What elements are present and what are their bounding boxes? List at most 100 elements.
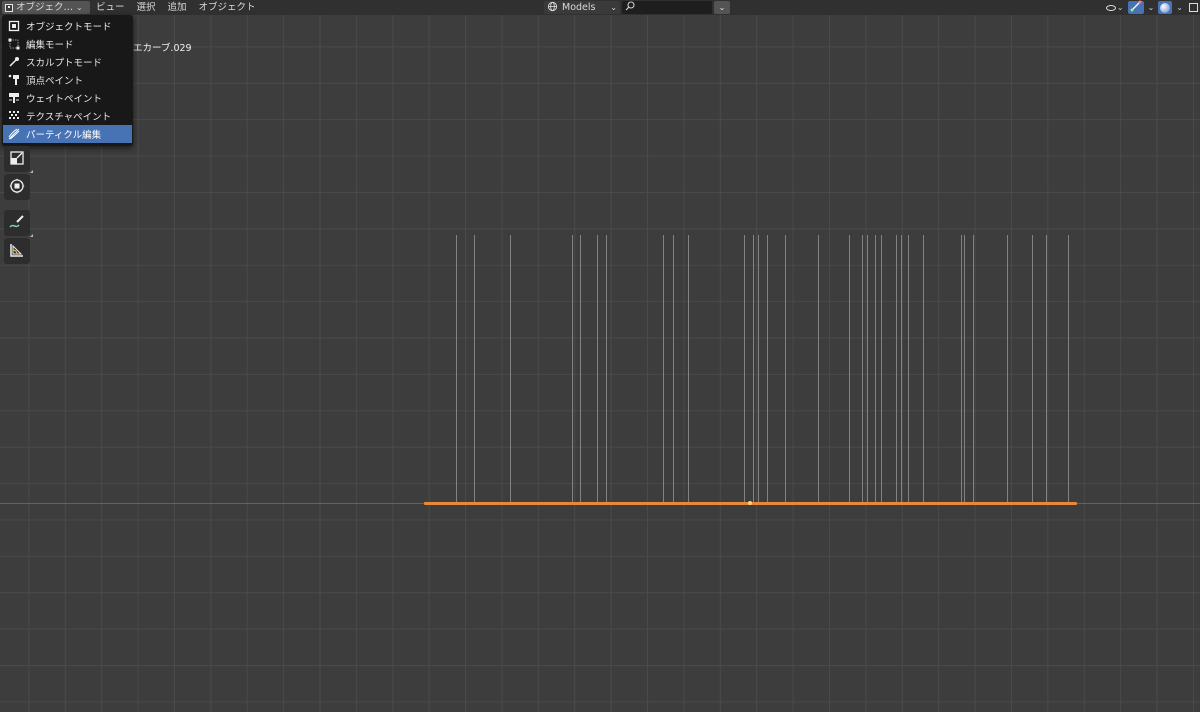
menu-item-label: テクスチャペイント — [26, 112, 112, 123]
menu-view[interactable]: ビュー — [90, 1, 131, 14]
header-right-group: ⌄ ⌄ ⌄ — [1104, 0, 1200, 15]
hair-strand — [1032, 235, 1033, 504]
hair-strand — [688, 235, 689, 504]
hair-strand — [597, 235, 598, 504]
search-icon — [625, 1, 635, 14]
object-name-label: エカーブ.029 — [133, 43, 192, 54]
menu-item-label: 頂点ペイント — [26, 76, 84, 87]
chevron-down-icon: ⌄ — [610, 3, 617, 12]
hair-strand — [881, 235, 882, 504]
mode-dropdown-menu: オブジェクトモード 編集モード スカルプトモード 頂点ペイント ウェイトペイント… — [2, 15, 133, 146]
hair-strand — [961, 235, 962, 504]
hair-strand — [580, 235, 581, 504]
menu-item-label: 編集モード — [26, 40, 74, 51]
menu-item-object-mode[interactable]: オブジェクトモード — [2, 17, 133, 35]
hair-strand — [606, 235, 607, 504]
menu-item-label: ウェイトペイント — [26, 94, 103, 105]
menu-item-label: スカルプトモード — [26, 58, 103, 69]
menu-item-weight-paint[interactable]: ウェイトペイント — [2, 89, 133, 107]
tool-options-corner — [30, 170, 33, 173]
hair-strand — [663, 235, 664, 504]
menu-item-edit-mode[interactable]: 編集モード — [2, 35, 133, 53]
toolbar-separator — [4, 202, 32, 210]
object-mode-icon — [5, 3, 13, 12]
gizmo-icon — [1130, 0, 1142, 15]
hair-strand — [964, 235, 965, 504]
eye-icon — [1105, 4, 1116, 11]
hair-strand — [572, 235, 573, 504]
overlay-toggle[interactable] — [1158, 1, 1173, 14]
hair-strand — [673, 235, 674, 504]
tool-shelf — [4, 146, 33, 266]
3d-viewport[interactable]: エカーブ.029 — [0, 0, 1200, 712]
hair-strand — [896, 235, 897, 504]
transform-tool[interactable] — [4, 174, 30, 200]
hair-strand — [1007, 235, 1008, 504]
hair-strand — [973, 235, 974, 504]
gizmo-options[interactable]: ⌄ — [1146, 1, 1157, 14]
hair-strand — [785, 235, 786, 504]
particle-hair-strands — [0, 0, 1200, 712]
menu-item-label: オブジェクトモード — [26, 22, 112, 33]
scale-icon — [9, 150, 25, 169]
menu-item-vertex-paint[interactable]: 頂点ペイント — [2, 71, 133, 89]
globe-icon — [547, 1, 558, 15]
hair-strand — [901, 235, 902, 504]
menu-item-label: パーティクル編集 — [26, 130, 102, 141]
hair-strand — [510, 235, 511, 504]
weight-paint-icon — [8, 92, 20, 104]
mode-selector-label: オブジェク… — [16, 2, 74, 13]
hair-strand — [758, 235, 759, 504]
menu-item-sculpt-mode[interactable]: スカルプトモード — [2, 53, 133, 71]
gizmo-toggle[interactable] — [1127, 0, 1144, 15]
chevron-down-icon: ⌄ — [1116, 3, 1124, 12]
vertex-paint-icon — [8, 74, 20, 86]
visibility-toggle[interactable]: ⌄ — [1104, 1, 1126, 14]
particle-edit-icon — [8, 128, 20, 140]
sculpt-mode-icon — [8, 56, 20, 68]
object-origin — [748, 501, 752, 505]
hair-strand — [862, 235, 863, 504]
overlay-options[interactable]: ⌄ — [1174, 1, 1185, 14]
menu-add[interactable]: 追加 — [162, 1, 193, 14]
chevron-down-icon: ⌄ — [718, 3, 726, 12]
hair-strand — [767, 235, 768, 504]
chevron-down-icon: ⌄ — [1176, 3, 1183, 12]
collection-selector[interactable]: Models ⌄ — [544, 1, 620, 14]
xray-toggle[interactable] — [1187, 1, 1200, 14]
menu-item-texture-paint[interactable]: テクスチャペイント — [2, 107, 133, 125]
mode-selector[interactable]: オブジェク… ⌄ — [2, 1, 90, 14]
chevron-down-icon: ⌄ — [1147, 3, 1155, 12]
header-center-group: Models ⌄ ⌄ — [544, 0, 730, 15]
menu-object[interactable]: オブジェクト — [193, 1, 262, 14]
object-mode-icon — [8, 20, 20, 32]
search-options-dropdown[interactable]: ⌄ — [714, 1, 730, 14]
hair-strand — [867, 235, 868, 504]
hair-strand — [753, 235, 754, 504]
hair-strand — [456, 235, 457, 504]
menu-item-particle-edit[interactable]: パーティクル編集 — [3, 125, 132, 143]
menu-select[interactable]: 選択 — [131, 1, 162, 14]
edit-mode-icon — [8, 38, 20, 50]
transform-icon — [9, 178, 25, 197]
hair-strand — [1068, 235, 1069, 504]
annotate-icon — [9, 214, 25, 233]
viewport-header: オブジェク… ⌄ ビュー 選択 追加 オブジェクト Models ⌄ ⌄ ⌄ ⌄… — [0, 0, 1200, 15]
tool-options-corner — [30, 234, 33, 237]
hair-strand — [1046, 235, 1047, 504]
search-input[interactable] — [622, 1, 712, 14]
measure-tool[interactable] — [4, 238, 30, 264]
hair-strand — [849, 235, 850, 504]
hair-strand — [474, 235, 475, 504]
texture-paint-icon — [8, 110, 20, 122]
hair-strand — [923, 235, 924, 504]
collection-label: Models — [562, 2, 596, 13]
xray-icon — [1189, 3, 1198, 12]
annotate-tool[interactable] — [4, 210, 33, 237]
chevron-down-icon: ⌄ — [76, 3, 83, 12]
hair-strand — [818, 235, 819, 504]
hair-strand — [744, 235, 745, 504]
overlay-icon — [1160, 2, 1171, 13]
measure-icon — [9, 242, 25, 261]
scale-tool[interactable] — [4, 146, 33, 173]
